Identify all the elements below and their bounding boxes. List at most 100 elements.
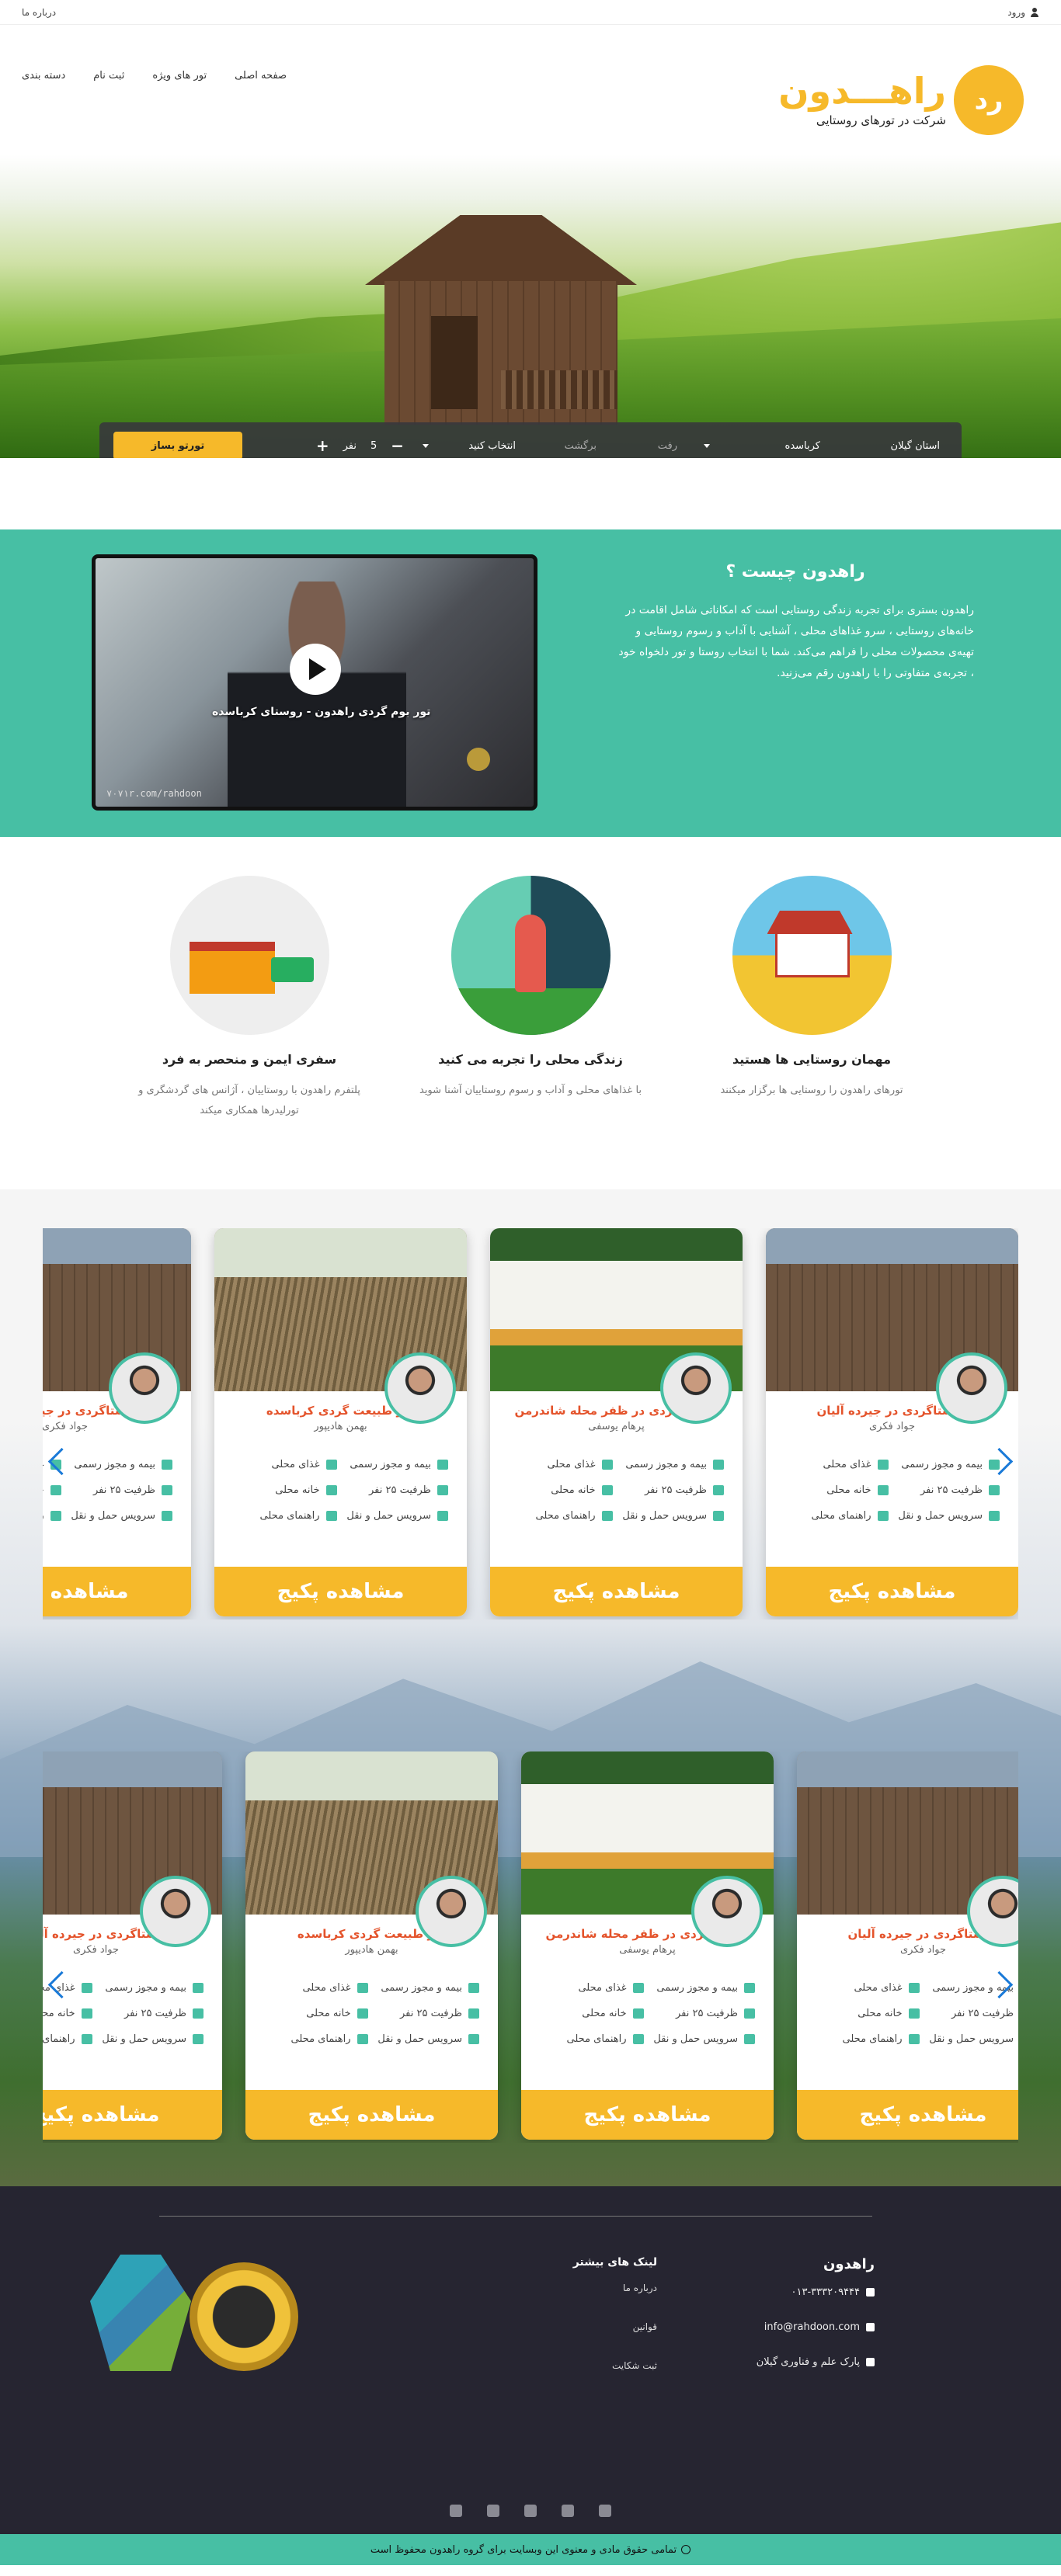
trust-seal-icon[interactable] bbox=[190, 2262, 298, 2371]
video-watermark: ۷۰۷۱r.com/rahdoon bbox=[106, 788, 202, 799]
feature-desc: تورهای راهدون را روستایی ها برگزار میکنن… bbox=[720, 1085, 903, 1096]
video-badge-icon bbox=[467, 748, 490, 771]
food-icon bbox=[908, 1983, 920, 1993]
food-icon bbox=[81, 1983, 92, 1993]
about-link[interactable]: درباره ما bbox=[22, 7, 56, 18]
site-logo[interactable]: رد راهـــدون شرکت در تورهای روستایی bbox=[778, 65, 1024, 135]
amenities-list: بیمه و مجوز رسمی غذای محلی ظرفیت ۲۵ نفر … bbox=[43, 1982, 222, 2045]
nav-special-tours[interactable]: تور های ویژه bbox=[152, 70, 207, 82]
amenity-item: ظرفیت ۲۵ نفر bbox=[927, 2008, 1019, 2019]
nav-categories[interactable]: دسته بندی bbox=[22, 70, 65, 82]
nav-register[interactable]: ثبت نام bbox=[93, 70, 124, 82]
village-art-icon bbox=[732, 876, 892, 1035]
amenity-item: سرویس حمل و نقل bbox=[621, 1510, 724, 1522]
package-photo bbox=[43, 1228, 191, 1424]
amenity-item: راهنمای محلی bbox=[43, 2033, 92, 2045]
guide-icon bbox=[601, 1511, 613, 1521]
about-body: راهدون بستری برای تجربه زندگی روستایی اس… bbox=[618, 604, 974, 679]
footer-link-rules[interactable]: قوانین bbox=[548, 2321, 657, 2332]
amenity-item: خانه محلی bbox=[233, 1484, 337, 1496]
youtube-icon[interactable] bbox=[599, 2505, 611, 2517]
site-footer: راهدون ۰۱۳-۳۳۳۲۰۹۴۴۴ info@rahdoon.com پا… bbox=[0, 2186, 1061, 2565]
food-icon bbox=[877, 1460, 889, 1470]
insurance-icon bbox=[193, 1983, 204, 1993]
amenity-item: بیمه و مجوز رسمی bbox=[345, 1459, 448, 1470]
view-package-button[interactable]: مشاهده پکیج bbox=[521, 2090, 774, 2140]
amenity-item: راهنمای محلی bbox=[264, 2033, 368, 2045]
home-icon bbox=[877, 1485, 889, 1495]
nav-home[interactable]: صفحه اصلی bbox=[235, 70, 287, 82]
amenity-item: سرویس حمل و نقل bbox=[652, 2033, 755, 2045]
twitter-icon[interactable] bbox=[487, 2505, 499, 2517]
about-title: راهدون چیست ؟ bbox=[725, 562, 865, 582]
play-icon[interactable] bbox=[290, 644, 341, 695]
footer-link-complaint[interactable]: ثبت شکایت bbox=[548, 2360, 657, 2371]
chevron-left-icon[interactable] bbox=[47, 1446, 66, 1480]
home-icon bbox=[601, 1485, 613, 1495]
guide-avatar bbox=[691, 1876, 763, 1947]
instagram-icon[interactable] bbox=[524, 2505, 537, 2517]
view-package-button[interactable]: مشاهده پکیج bbox=[766, 1567, 1018, 1616]
home-icon bbox=[325, 1485, 337, 1495]
insurance-icon bbox=[437, 1460, 448, 1470]
guide-icon bbox=[632, 2034, 644, 2044]
food-icon bbox=[601, 1460, 613, 1470]
feature-title: زندگی محلی را تجربه می کنید bbox=[438, 1052, 623, 1067]
chevron-right-icon[interactable] bbox=[995, 1446, 1014, 1480]
bus-icon bbox=[744, 2034, 755, 2044]
amenity-item: سرویس حمل و نقل bbox=[69, 1510, 172, 1522]
return-date-input[interactable]: برگشت bbox=[534, 431, 604, 458]
decrement-button[interactable]: − bbox=[391, 436, 404, 455]
copyright-text: تمامی حقوق مادی و معنوی این وبسایت برای … bbox=[370, 2543, 677, 2556]
amenity-item: ظرفیت ۲۵ نفر bbox=[345, 1484, 448, 1496]
footer-email[interactable]: info@rahdoon.com bbox=[727, 2321, 875, 2333]
insurance-icon bbox=[468, 1983, 479, 1993]
insurance-icon bbox=[162, 1460, 172, 1470]
view-package-button[interactable]: مشاهده پکیج bbox=[490, 1567, 743, 1616]
packages-section: روستاگردی در جیرده آلیان جواد فکری بیمه … bbox=[0, 1189, 1061, 2186]
guide-icon bbox=[50, 1511, 61, 1521]
province-select[interactable]: استان گیلان bbox=[839, 431, 948, 458]
social-links bbox=[0, 2505, 1061, 2517]
login-link[interactable]: ورود bbox=[1007, 7, 1039, 18]
chevron-left-icon[interactable] bbox=[47, 1969, 66, 2003]
view-package-button[interactable]: مشاهده پکیج bbox=[214, 1567, 467, 1616]
package-card: روستاگردی در جیرده آلیان جواد فکری بیمه … bbox=[766, 1228, 1018, 1616]
package-card: روستاگردی در جیرده آلیان جواد فکری بیمه … bbox=[797, 1751, 1018, 2140]
certification-logo-icon[interactable] bbox=[90, 2255, 191, 2371]
view-package-button[interactable]: مشاهده پکیج bbox=[43, 1567, 191, 1616]
footer-link-about[interactable]: درباره ما bbox=[548, 2283, 657, 2293]
view-package-button[interactable]: مشاهده پکیج bbox=[797, 2090, 1018, 2140]
guide-avatar bbox=[109, 1352, 180, 1424]
amenity-item: غذای محلی bbox=[540, 1982, 644, 1994]
chevron-right-icon[interactable] bbox=[995, 1969, 1014, 2003]
amenity-item: سرویس حمل و نقل bbox=[927, 2033, 1019, 2045]
increment-button[interactable]: + bbox=[316, 436, 329, 455]
copyright-bar: تمامی حقوق مادی و معنوی این وبسایت برای … bbox=[0, 2534, 1061, 2565]
build-tour-button[interactable]: تورتو بساز bbox=[113, 432, 242, 458]
facebook-icon[interactable] bbox=[450, 2505, 462, 2517]
departure-date-input[interactable]: رفت bbox=[615, 431, 685, 458]
amenity-item: راهنمای محلی bbox=[540, 2033, 644, 2045]
package-card: روستاگردی در جیرده آلیان جواد فکری بیمه … bbox=[43, 1228, 191, 1616]
amenity-item: ظرفیت ۲۵ نفر bbox=[376, 2008, 479, 2019]
view-package-button[interactable]: مشاهده پکیج bbox=[245, 2090, 498, 2140]
view-package-button[interactable]: مشاهده پکیج bbox=[43, 2090, 222, 2140]
count-value: 5 bbox=[370, 439, 377, 452]
intro-video[interactable]: تور بوم گردی راهدون - روستای کرباسده ۷۰۷… bbox=[92, 554, 537, 811]
amenity-item: ظرفیت ۲۵ نفر bbox=[69, 1484, 172, 1496]
telegram-icon[interactable] bbox=[562, 2505, 574, 2517]
bus-icon bbox=[468, 2034, 479, 2044]
city-select[interactable]: کرباسده bbox=[696, 431, 828, 458]
footer-divider bbox=[159, 2216, 872, 2217]
phone-icon bbox=[866, 2288, 875, 2297]
feature-item: سفری ایمن و منحصر به فرد پلتفرم راهدون ب… bbox=[129, 876, 370, 1121]
logo-tagline: شرکت در تورهای روستایی bbox=[816, 113, 946, 127]
insurance-icon bbox=[713, 1460, 724, 1470]
amenity-item: خانه محلی bbox=[816, 2008, 920, 2019]
guide-name: جواد فکری bbox=[72, 1944, 120, 1956]
amenity-item: سرویس حمل و نقل bbox=[100, 2033, 204, 2045]
package-card: تور طبیعت گردی کرباسده بهمن هادیپور بیمه… bbox=[245, 1751, 498, 2140]
amenity-item: خانه محلی bbox=[784, 1484, 889, 1496]
category-select[interactable]: انتخاب کنید bbox=[415, 431, 524, 458]
